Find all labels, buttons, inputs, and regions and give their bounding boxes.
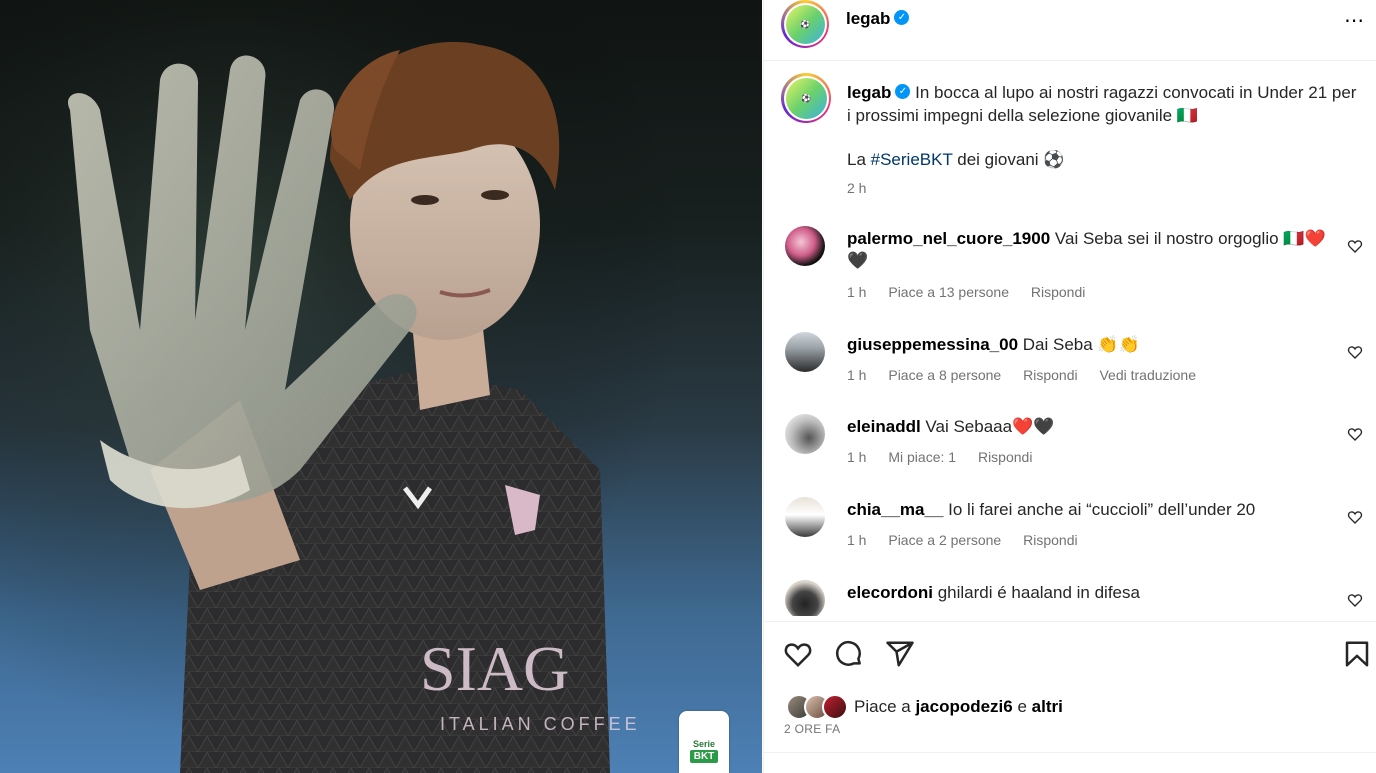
comment-reply-button[interactable]: Rispondi	[1023, 367, 1077, 383]
comment-text: elecordoni ghilardi é haaland in difesa	[847, 583, 1140, 602]
comment-avatar[interactable]	[785, 226, 825, 266]
like-comment-heart-icon[interactable]	[1347, 509, 1363, 525]
comment-time[interactable]: 1 h	[847, 532, 866, 548]
like-comment-heart-icon[interactable]	[1347, 238, 1363, 254]
comment-likes[interactable]: Piace a 8 persone	[888, 367, 1001, 383]
caption-time[interactable]: 2 h	[847, 177, 1357, 200]
comment-time[interactable]: 1 h	[847, 449, 866, 465]
comment-username[interactable]: giuseppemessina_00	[847, 335, 1018, 354]
like-comment-heart-icon[interactable]	[1347, 592, 1363, 608]
caption-text: legab ✓ In bocca al lupo ai nostri ragazz…	[847, 81, 1357, 200]
comment-text: giuseppemessina_00 Dai Seba 👏👏	[847, 335, 1140, 354]
comment-reply-button[interactable]: Rispondi	[1023, 532, 1077, 548]
like-heart-icon[interactable]	[783, 639, 813, 669]
liker-username-link[interactable]: jacopodezi6	[915, 697, 1012, 716]
like-comment-heart-icon[interactable]	[1347, 344, 1363, 360]
comment-text: chia__ma__ Io li farei anche ai “cucciol…	[847, 500, 1256, 519]
comment-username[interactable]: elecordoni	[847, 583, 933, 602]
svg-text:ITALIAN COFFEE: ITALIAN COFFEE	[440, 714, 641, 734]
post-photo-illustration: SIAG ITALIAN COFFEE	[0, 0, 762, 773]
post-image[interactable]: SIAG ITALIAN COFFEE Serie BKT	[0, 0, 762, 773]
footer-divider	[764, 752, 1376, 753]
comment-bubble-icon[interactable]	[834, 639, 864, 669]
see-translation-button[interactable]: Vedi traduzione	[1099, 367, 1196, 383]
comment-likes[interactable]: Mi piace: 1	[888, 449, 956, 465]
comment-meta: 1 h Piace a 8 persone Rispondi Vedi trad…	[847, 367, 1214, 383]
comment-avatar[interactable]	[785, 332, 825, 372]
legab-logo-icon: ⚽	[785, 4, 825, 44]
comment-item: palermo_nel_cuore_1900 Vai Seba sei il n…	[781, 226, 1376, 306]
likes-text: Piace a jacopodezi6 e altri	[854, 697, 1063, 716]
more-options-icon[interactable]: ⋯	[1344, 8, 1365, 33]
like-comment-heart-icon[interactable]	[1347, 426, 1363, 442]
post-side-panel: ⚽ legab ✓ ⋯ ⚽ legab ✓ In bocca al lupo ai …	[763, 0, 1376, 773]
comment-time[interactable]: 1 h	[847, 284, 866, 300]
caption-username[interactable]: legab	[847, 83, 891, 102]
post-date[interactable]: 2 ORE FA	[784, 722, 840, 736]
comment-item: giuseppemessina_00 Dai Seba 👏👏 1 h Piace…	[781, 332, 1376, 392]
serie-bkt-logo: Serie BKT	[679, 711, 729, 773]
comment-username[interactable]: palermo_nel_cuore_1900	[847, 229, 1050, 248]
liker-avatar[interactable]	[822, 694, 848, 720]
caption-line2: La #SerieBKT dei giovani ⚽	[847, 150, 1065, 169]
header-divider	[764, 60, 1376, 61]
comment-item: eleinaddl Vai Sebaaa❤️🖤 1 h Mi piace: 1 …	[781, 414, 1376, 474]
comment-meta: 1 h Piace a 2 persone Rispondi	[847, 532, 1096, 548]
comment-reply-button[interactable]: Rispondi	[978, 449, 1032, 465]
caption-line1: In bocca al lupo ai nostri ragazzi convo…	[847, 83, 1357, 125]
comment-text: palermo_nel_cuore_1900 Vai Seba sei il n…	[847, 229, 1326, 270]
likes-summary: Piace a jacopodezi6 e altri	[786, 692, 1063, 722]
header-username[interactable]: legab	[846, 9, 890, 28]
caption-avatar[interactable]: ⚽	[781, 73, 831, 123]
comment-item: chia__ma__ Io li farei anche ai “cucciol…	[781, 497, 1376, 557]
badge-serie-text: Serie	[692, 739, 716, 749]
comment-username[interactable]: eleinaddl	[847, 417, 921, 436]
comment-item: elecordoni ghilardi é haaland in difesa	[781, 580, 1376, 616]
verified-badge-icon: ✓	[894, 10, 910, 26]
verified-badge-icon: ✓	[895, 84, 911, 100]
comment-avatar[interactable]	[785, 414, 825, 454]
badge-bkt-text: BKT	[689, 750, 719, 763]
save-bookmark-icon[interactable]	[1342, 639, 1372, 669]
post-actions: Piace a jacopodezi6 e altri 2 ORE FA	[764, 622, 1376, 773]
others-link[interactable]: altri	[1032, 697, 1063, 716]
comment-reply-button[interactable]: Rispondi	[1031, 284, 1085, 300]
header-avatar[interactable]: ⚽	[781, 0, 829, 48]
comment-username[interactable]: chia__ma__	[847, 500, 943, 519]
comment-avatar[interactable]	[785, 580, 825, 616]
comment-time[interactable]: 1 h	[847, 367, 866, 383]
comment-likes[interactable]: Piace a 2 persone	[888, 532, 1001, 548]
hashtag-link[interactable]: #SerieBKT	[871, 150, 953, 169]
legab-logo-icon: ⚽	[785, 77, 827, 119]
comment-avatar[interactable]	[785, 497, 825, 537]
svg-text:SIAG: SIAG	[420, 633, 569, 704]
share-paper-plane-icon[interactable]	[885, 639, 915, 669]
comment-meta: 1 h Mi piace: 1 Rispondi	[847, 449, 1050, 465]
comment-text: eleinaddl Vai Sebaaa❤️🖤	[847, 417, 1055, 436]
comment-likes[interactable]: Piace a 13 persone	[888, 284, 1009, 300]
comment-meta: 1 h Piace a 13 persone Rispondi	[847, 284, 1103, 300]
post-header: ⚽ legab ✓ ⋯	[764, 0, 1376, 48]
